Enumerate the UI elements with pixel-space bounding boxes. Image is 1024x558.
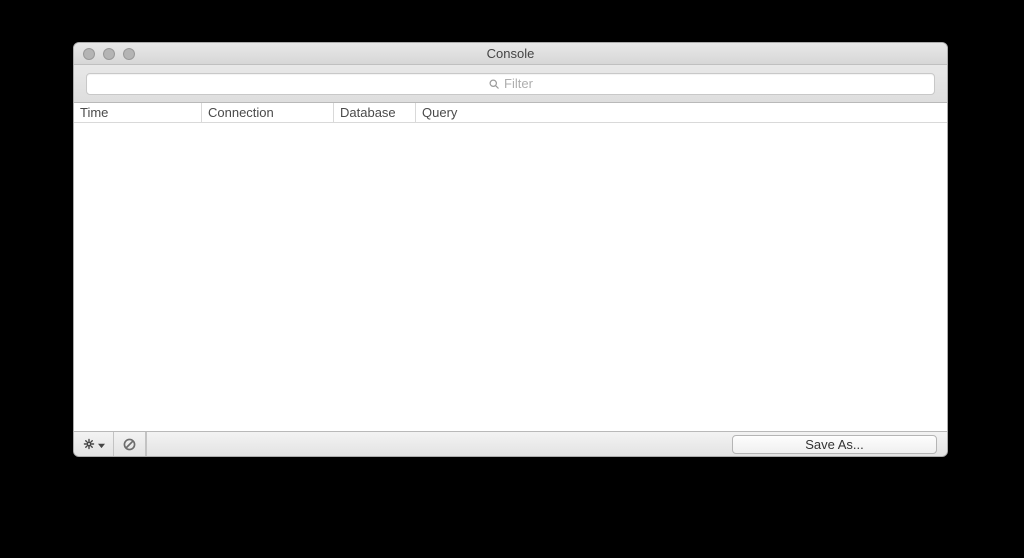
console-window: Console Filter Time Connection Database bbox=[73, 42, 948, 457]
traffic-lights bbox=[83, 48, 135, 60]
footer-bar: Save As... bbox=[74, 431, 947, 456]
column-connection-label: Connection bbox=[208, 105, 274, 120]
zoom-button[interactable] bbox=[123, 48, 135, 60]
table-body[interactable] bbox=[74, 123, 947, 431]
column-connection[interactable]: Connection bbox=[202, 103, 334, 122]
column-time[interactable]: Time bbox=[74, 103, 202, 122]
column-time-label: Time bbox=[80, 105, 108, 120]
toolbar: Filter bbox=[74, 65, 947, 103]
table-headers: Time Connection Database Query bbox=[74, 103, 947, 123]
chevron-down-icon bbox=[98, 437, 105, 452]
clear-button[interactable] bbox=[114, 432, 146, 456]
save-as-button[interactable]: Save As... bbox=[732, 435, 937, 454]
settings-menu[interactable] bbox=[74, 432, 114, 456]
titlebar[interactable]: Console bbox=[74, 43, 947, 65]
footer-separator bbox=[146, 432, 147, 456]
prohibit-icon bbox=[122, 437, 137, 452]
gear-icon bbox=[82, 437, 96, 451]
column-query-label: Query bbox=[422, 105, 457, 120]
column-database-label: Database bbox=[340, 105, 396, 120]
column-query[interactable]: Query bbox=[416, 103, 947, 122]
close-button[interactable] bbox=[83, 48, 95, 60]
save-as-label: Save As... bbox=[805, 437, 864, 452]
filter-input[interactable] bbox=[87, 74, 934, 94]
filter-search[interactable]: Filter bbox=[86, 73, 935, 95]
window-title: Console bbox=[74, 46, 947, 61]
minimize-button[interactable] bbox=[103, 48, 115, 60]
column-database[interactable]: Database bbox=[334, 103, 416, 122]
